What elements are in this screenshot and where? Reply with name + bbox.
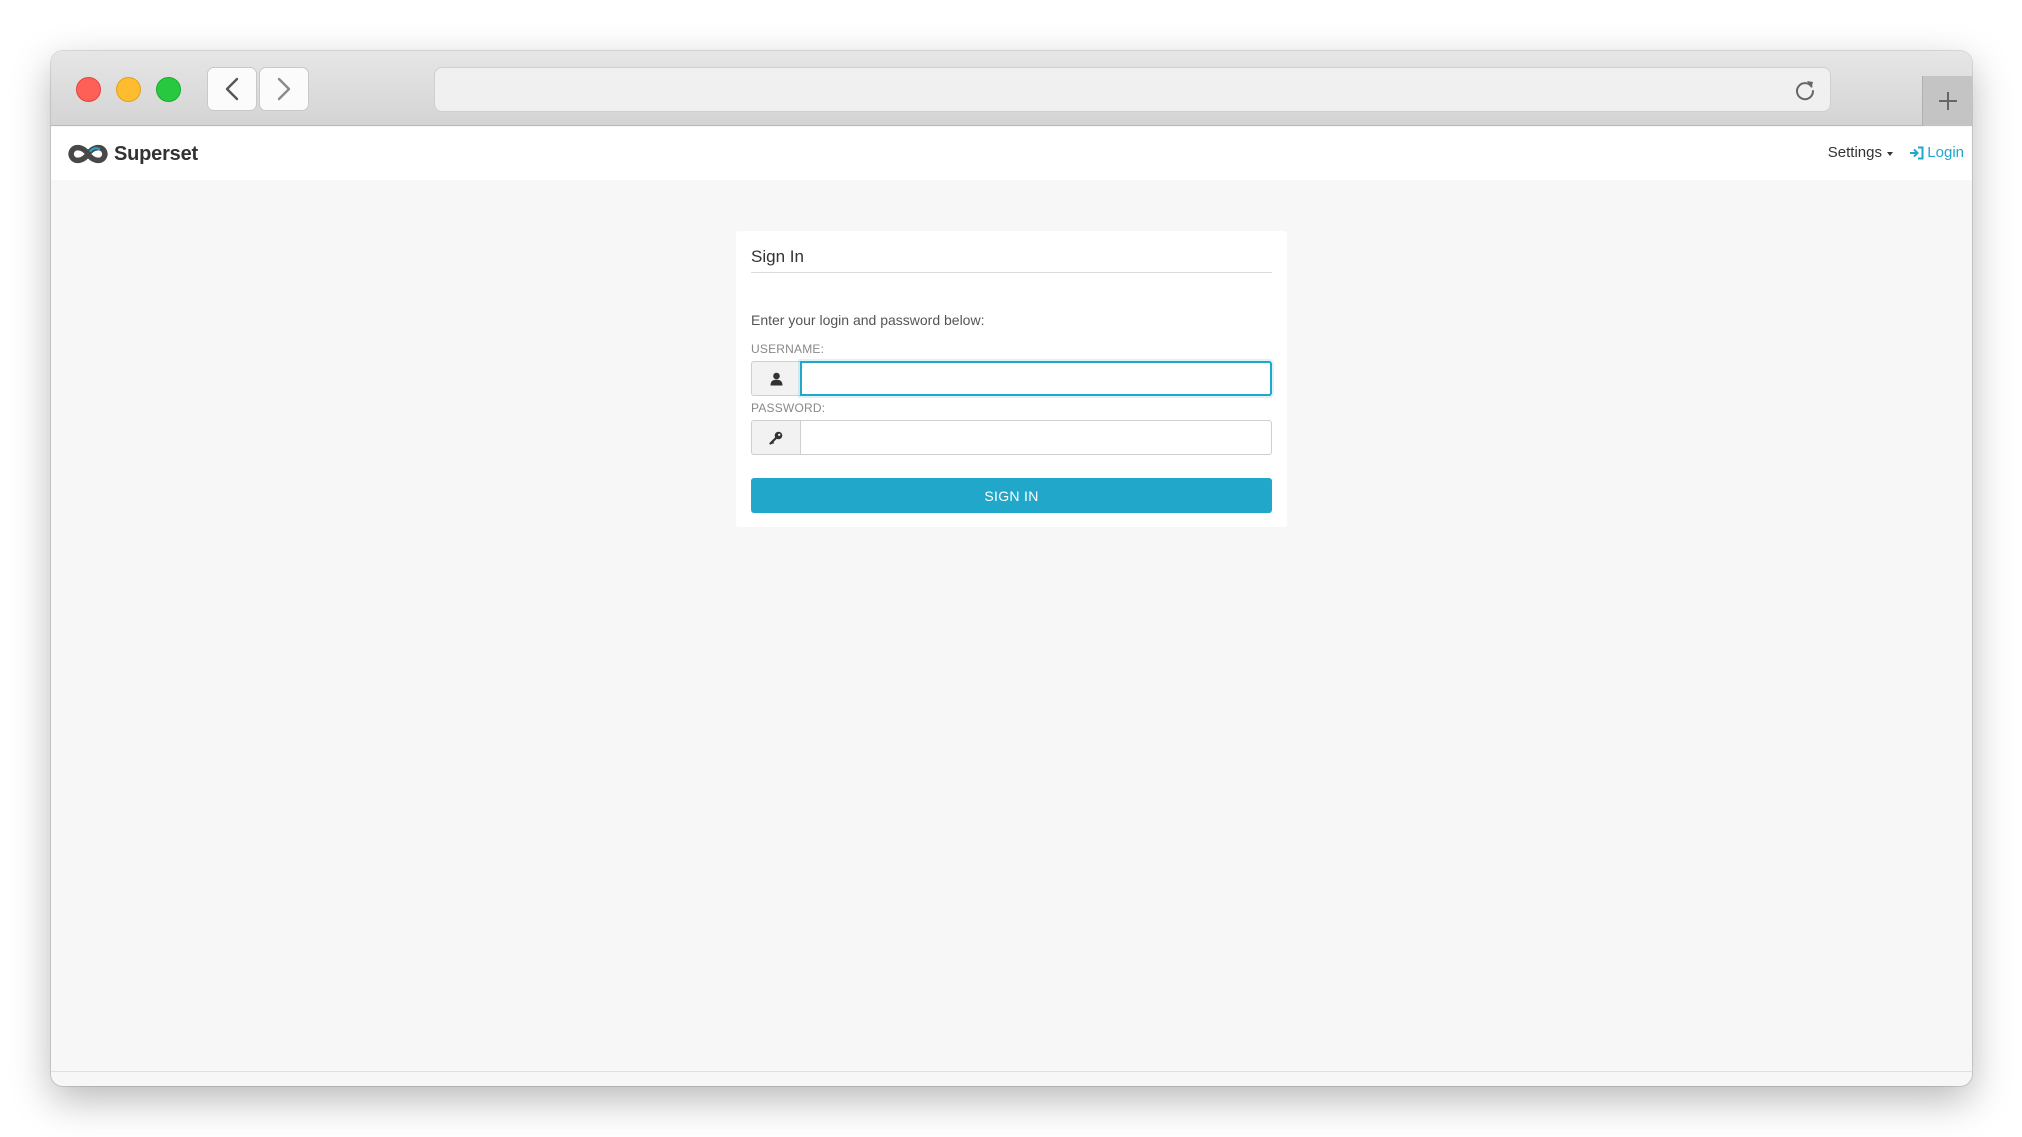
- key-icon: [769, 431, 783, 445]
- close-window-button[interactable]: [76, 77, 101, 102]
- username-input[interactable]: [800, 361, 1272, 396]
- panel-title: Sign In: [751, 247, 1272, 273]
- brand-name: Superset: [114, 142, 198, 165]
- username-label: USERNAME:: [751, 342, 825, 356]
- sign-in-icon: [1910, 146, 1924, 159]
- brand-link[interactable]: Superset: [67, 140, 198, 168]
- signin-instructions: Enter your login and password below:: [751, 312, 985, 328]
- sign-in-button[interactable]: SIGN IN: [751, 478, 1272, 513]
- login-label: Login: [1927, 144, 1964, 161]
- settings-menu[interactable]: Settings: [1828, 144, 1893, 161]
- password-group: [751, 420, 1272, 455]
- footer-divider: [51, 1071, 1972, 1072]
- username-addon: [751, 361, 800, 396]
- browser-window: Superset Settings Login Sign In Enter yo…: [51, 51, 1972, 1086]
- signin-panel: Sign In Enter your login and password be…: [736, 231, 1287, 527]
- chevron-left-icon: [225, 77, 239, 101]
- password-input[interactable]: [800, 420, 1272, 455]
- password-label: PASSWORD:: [751, 401, 826, 415]
- username-group: [751, 361, 1272, 396]
- chevron-right-icon: [277, 77, 291, 101]
- plus-icon: [1938, 92, 1957, 110]
- user-icon: [770, 372, 782, 385]
- browser-toolbar: [51, 51, 1972, 126]
- superset-logo: [68, 144, 108, 164]
- reload-button[interactable]: [1792, 77, 1818, 103]
- back-button[interactable]: [207, 67, 257, 111]
- forward-button[interactable]: [259, 67, 309, 111]
- app-navbar: Superset Settings Login: [51, 127, 1972, 180]
- settings-label: Settings: [1827, 144, 1882, 161]
- password-addon: [751, 420, 800, 455]
- address-bar[interactable]: [434, 67, 1831, 112]
- new-tab-button[interactable]: [1922, 76, 1972, 126]
- maximize-window-button[interactable]: [156, 77, 181, 102]
- caret-down-icon: [1887, 151, 1893, 156]
- reload-icon: [1796, 81, 1815, 101]
- minimize-window-button[interactable]: [116, 77, 141, 102]
- login-link[interactable]: Login: [1909, 144, 1964, 161]
